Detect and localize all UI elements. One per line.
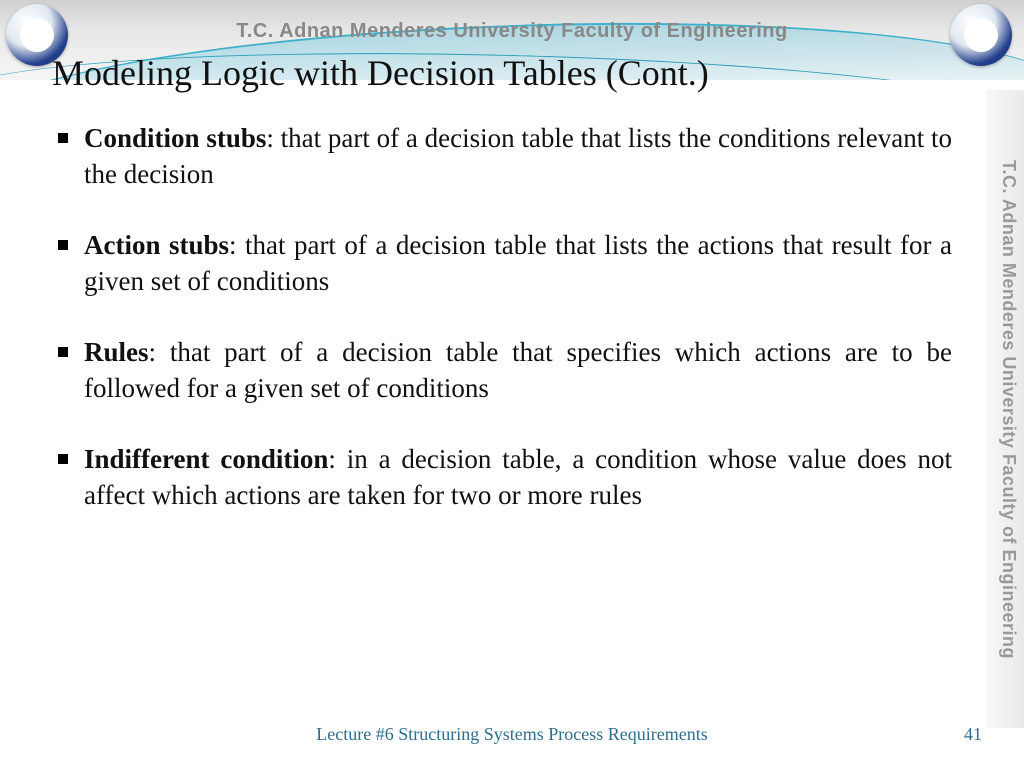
header-banner-text: T.C. Adnan Menderes University Faculty o… (0, 20, 1024, 43)
footer-lecture-title: Lecture #6 Structuring Systems Process R… (0, 724, 1024, 745)
bullet-marker-icon (58, 454, 68, 464)
bullet-marker-icon (58, 240, 68, 250)
bullet-item: Action stubs: that part of a decision ta… (58, 227, 952, 300)
bullet-text: Condition stubs: that part of a decision… (84, 120, 952, 193)
side-banner: T.C. Adnan Menderes University Faculty o… (986, 90, 1024, 728)
bullet-term: Indifferent condition (84, 444, 328, 474)
footer: Lecture #6 Structuring Systems Process R… (0, 724, 1024, 750)
footer-page-number: 41 (964, 724, 982, 745)
bullet-item: Rules: that part of a decision table tha… (58, 334, 952, 407)
bullet-marker-icon (58, 133, 68, 143)
bullet-term: Condition stubs (84, 123, 266, 153)
bullet-text: Indifferent condition: in a decision tab… (84, 441, 952, 514)
slide-content: Condition stubs : that part of a decision… (58, 120, 952, 698)
bullet-item: Indifferent condition: in a decision tab… (58, 441, 952, 514)
bullet-term: Action stubs (84, 230, 229, 260)
bullet-text: Action stubs: that part of a decision ta… (84, 227, 952, 300)
slide-title: Modeling Logic with Decision Tables (Con… (52, 52, 964, 94)
bullet-item: Condition stubs: that part of a decision… (58, 120, 952, 193)
bullet-text: Rules: that part of a decision table tha… (84, 334, 952, 407)
bullet-term: Rules (84, 337, 149, 367)
bullet-desc: : that part of a decision table that spe… (84, 337, 952, 403)
side-banner-text: T.C. Adnan Menderes University Faculty o… (998, 160, 1019, 659)
bullet-marker-icon (58, 347, 68, 357)
